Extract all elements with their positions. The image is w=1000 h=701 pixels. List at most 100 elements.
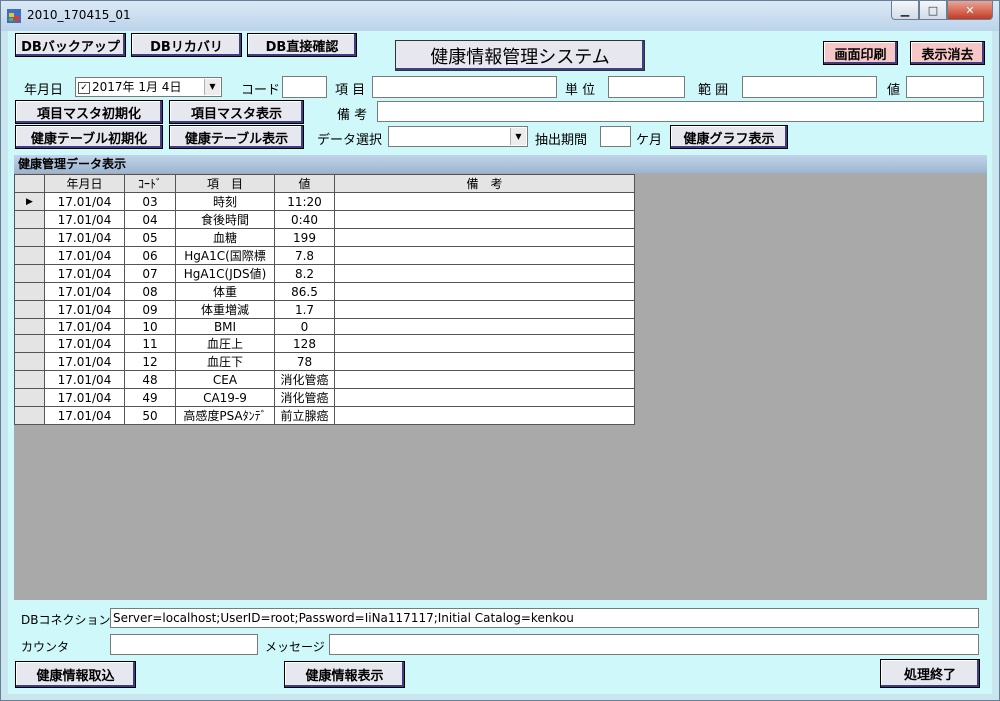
current-row-indicator-icon[interactable]: ▶ — [14, 192, 45, 211]
item-master-init-button[interactable]: 項目マスタ初期化 — [15, 100, 163, 124]
cell-date[interactable]: 17.01/04 — [44, 246, 125, 265]
table-row[interactable]: 17.01/04 09 体重増減 1.7 — [14, 300, 635, 319]
row-header[interactable] — [14, 228, 45, 247]
health-table-show-button[interactable]: 健康テーブル表示 — [169, 125, 304, 149]
dropdown-arrow-icon[interactable]: ▼ — [204, 79, 220, 95]
cell-item[interactable]: CA19-9 — [175, 388, 275, 407]
cell-code[interactable]: 10 — [124, 318, 176, 335]
date-picker[interactable]: ✓ 2017年 1月 4日 ▼ — [75, 77, 222, 97]
cell-value[interactable]: 前立腺癌 — [274, 406, 335, 425]
health-graph-show-button[interactable]: 健康グラフ表示 — [670, 125, 788, 149]
cell-remarks[interactable] — [334, 352, 635, 371]
table-row[interactable]: 17.01/04 06 HgA1C(国際標 7.8 — [14, 246, 635, 265]
table-row[interactable]: 17.01/04 04 食後時間 0:40 — [14, 210, 635, 229]
data-table[interactable]: 年月日 ｺｰﾄﾞ 項 目 値 備 考 ▶ 17.01/04 03 時刻 11:20 17.… — [14, 174, 635, 425]
dropdown-arrow-icon[interactable]: ▼ — [510, 128, 526, 145]
counter-field[interactable] — [110, 634, 258, 655]
cell-item[interactable]: 高感度PSAﾀﾝﾃﾞ — [175, 406, 275, 425]
health-import-button[interactable]: 健康情報取込 — [15, 661, 136, 688]
cell-code[interactable]: 12 — [124, 352, 176, 371]
cell-item[interactable]: CEA — [175, 370, 275, 389]
cell-value[interactable]: 消化管癌 — [274, 388, 335, 407]
cell-remarks[interactable] — [334, 246, 635, 265]
cell-value[interactable]: 11:20 — [274, 192, 335, 211]
cell-code[interactable]: 09 — [124, 300, 176, 319]
row-header[interactable] — [14, 264, 45, 283]
row-header[interactable] — [14, 334, 45, 353]
cell-item[interactable]: 血圧下 — [175, 352, 275, 371]
cell-code[interactable]: 03 — [124, 192, 176, 211]
cell-date[interactable]: 17.01/04 — [44, 406, 125, 425]
cell-date[interactable]: 17.01/04 — [44, 318, 125, 335]
cell-remarks[interactable] — [334, 192, 635, 211]
cell-value[interactable]: 78 — [274, 352, 335, 371]
data-select-dropdown[interactable]: ▼ — [388, 126, 528, 147]
db-connection-field[interactable]: Server=localhost;UserID=root;Password=Ii… — [110, 608, 979, 628]
cell-item[interactable]: BMI — [175, 318, 275, 335]
row-header[interactable] — [14, 300, 45, 319]
period-field[interactable] — [600, 126, 631, 147]
cell-date[interactable]: 17.01/04 — [44, 370, 125, 389]
db-direct-check-button[interactable]: DB直接確認 — [247, 33, 357, 57]
health-data-grid[interactable]: 健康管理データ表示 年月日 ｺｰﾄﾞ 項 目 値 備 考 ▶ 17.01/04 03… — [14, 155, 987, 600]
cell-code[interactable]: 06 — [124, 246, 176, 265]
table-row[interactable]: 17.01/04 05 血糖 199 — [14, 228, 635, 247]
value-field[interactable] — [906, 76, 984, 98]
cell-remarks[interactable] — [334, 282, 635, 301]
print-screen-button[interactable]: 画面印刷 — [823, 41, 898, 65]
cell-code[interactable]: 50 — [124, 406, 176, 425]
row-header[interactable] — [14, 406, 45, 425]
close-button[interactable]: ✕ — [947, 1, 993, 20]
code-field[interactable] — [282, 76, 327, 98]
message-field[interactable] — [329, 634, 979, 655]
cell-value[interactable]: 消化管癌 — [274, 370, 335, 389]
checkbox-icon[interactable]: ✓ — [78, 81, 90, 94]
unit-field[interactable] — [608, 76, 685, 98]
table-row[interactable]: 17.01/04 49 CA19-9 消化管癌 — [14, 388, 635, 407]
cell-code[interactable]: 05 — [124, 228, 176, 247]
cell-code[interactable]: 04 — [124, 210, 176, 229]
cell-item[interactable]: 時刻 — [175, 192, 275, 211]
cell-code[interactable]: 08 — [124, 282, 176, 301]
cell-remarks[interactable] — [334, 264, 635, 283]
exit-button[interactable]: 処理終了 — [880, 659, 980, 688]
cell-value[interactable]: 128 — [274, 334, 335, 353]
row-header[interactable] — [14, 318, 45, 335]
health-show-button[interactable]: 健康情報表示 — [284, 661, 405, 688]
cell-value[interactable]: 0 — [274, 318, 335, 335]
row-header[interactable] — [14, 246, 45, 265]
db-recovery-button[interactable]: DBリカバリ — [131, 33, 242, 57]
cell-value[interactable]: 8.2 — [274, 264, 335, 283]
cell-item[interactable]: 体重 — [175, 282, 275, 301]
cell-item[interactable]: HgA1C(国際標 — [175, 246, 275, 265]
column-header-item[interactable]: 項 目 — [175, 174, 275, 193]
table-row[interactable]: 17.01/04 48 CEA 消化管癌 — [14, 370, 635, 389]
table-row[interactable]: 17.01/04 50 高感度PSAﾀﾝﾃﾞ 前立腺癌 — [14, 406, 635, 425]
health-table-init-button[interactable]: 健康テーブル初期化 — [15, 125, 163, 149]
cell-code[interactable]: 11 — [124, 334, 176, 353]
cell-date[interactable]: 17.01/04 — [44, 264, 125, 283]
cell-code[interactable]: 48 — [124, 370, 176, 389]
range-field[interactable] — [742, 76, 877, 98]
cell-value[interactable]: 0:40 — [274, 210, 335, 229]
column-header-code[interactable]: ｺｰﾄﾞ — [124, 174, 176, 193]
cell-remarks[interactable] — [334, 318, 635, 335]
table-row[interactable]: 17.01/04 08 体重 86.5 — [14, 282, 635, 301]
column-header-remarks[interactable]: 備 考 — [334, 174, 635, 193]
cell-date[interactable]: 17.01/04 — [44, 282, 125, 301]
cell-item[interactable]: 体重増減 — [175, 300, 275, 319]
cell-code[interactable]: 07 — [124, 264, 176, 283]
title-bar[interactable]: 2010_170415_01 ▁ □ ✕ — [1, 1, 999, 31]
row-header[interactable] — [14, 370, 45, 389]
cell-item[interactable]: 食後時間 — [175, 210, 275, 229]
cell-date[interactable]: 17.01/04 — [44, 210, 125, 229]
cell-remarks[interactable] — [334, 388, 635, 407]
cell-value[interactable]: 199 — [274, 228, 335, 247]
table-row[interactable]: 17.01/04 10 BMI 0 — [14, 318, 635, 335]
cell-date[interactable]: 17.01/04 — [44, 228, 125, 247]
cell-remarks[interactable] — [334, 334, 635, 353]
row-header[interactable] — [14, 352, 45, 371]
cell-item[interactable]: HgA1C(JDS値) — [175, 264, 275, 283]
row-header[interactable] — [14, 388, 45, 407]
cell-date[interactable]: 17.01/04 — [44, 300, 125, 319]
